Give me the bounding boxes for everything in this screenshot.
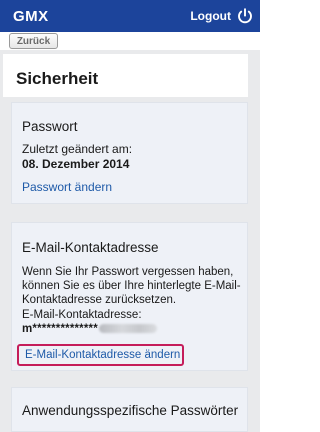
app-passwords-card[interactable]: Anwendungsspezifische Passwörter — [11, 387, 248, 432]
password-card-title: Passwort — [22, 119, 78, 134]
change-password-link[interactable]: Passwort ändern — [22, 180, 112, 194]
change-email-link[interactable]: E-Mail-Kontaktadresse ändern — [25, 349, 180, 361]
password-changed-label: Zuletzt geändert am: — [22, 142, 133, 156]
password-changed-date: 08. Dezember 2014 — [22, 157, 130, 171]
logout-button[interactable]: Logout — [190, 8, 253, 24]
logout-label: Logout — [190, 9, 231, 23]
back-button[interactable]: Zurück — [9, 33, 58, 49]
top-bar: GMX Logout — [0, 0, 260, 32]
email-card-title: E-Mail-Kontaktadresse — [22, 240, 159, 255]
email-card-description: Wenn Sie Ihr Passwort vergessen haben, k… — [22, 266, 241, 307]
page-header: Sicherheit — [3, 54, 248, 97]
email-card-text: Wenn Sie Ihr Passwort vergessen haben, k… — [22, 265, 244, 336]
password-card: Passwort Zuletzt geändert am: 08. Dezemb… — [11, 102, 248, 204]
blurred-email-domain — [98, 324, 157, 334]
app-passwords-title: Anwendungsspezifische Passwörter — [22, 403, 239, 418]
email-address-masked: m************** — [22, 322, 98, 335]
email-contact-card: E-Mail-Kontaktadresse Wenn Sie Ihr Passw… — [11, 222, 248, 371]
email-address-label: E-Mail-Kontaktadresse: — [22, 308, 142, 321]
change-email-link-highlight[interactable]: E-Mail-Kontaktadresse ändern — [17, 344, 184, 366]
main-content: Sicherheit Passwort Zuletzt geändert am:… — [0, 50, 260, 432]
gmx-logo[interactable]: GMX — [13, 8, 49, 25]
page-title: Sicherheit — [16, 69, 99, 88]
power-icon — [238, 8, 252, 24]
sub-toolbar: Zurück — [0, 32, 260, 50]
